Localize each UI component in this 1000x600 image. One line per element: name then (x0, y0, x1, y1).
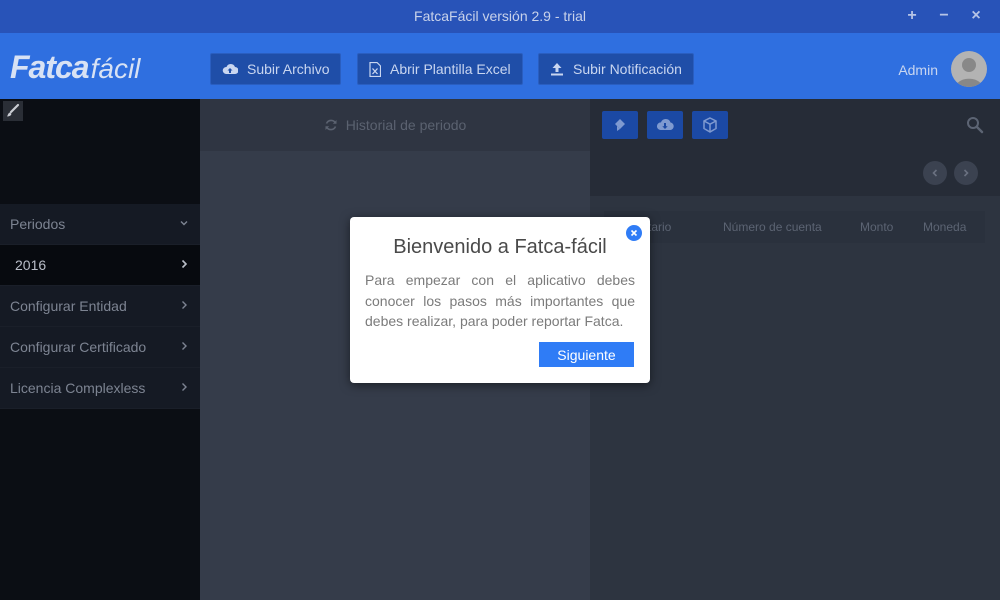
sidebar-item-label: Licencia Complexless (10, 380, 146, 396)
logo-bold-text: Fatca (10, 49, 90, 85)
user-avatar-icon (956, 58, 982, 87)
upload-icon (551, 63, 563, 76)
package-button[interactable] (692, 111, 728, 139)
user-name: Admin (898, 62, 938, 78)
cloud-download-icon (656, 119, 674, 130)
title-bar: FatcaFácil versión 2.9 - trial + − × (0, 0, 1000, 33)
dialog-title: Bienvenido a Fatca-fácil (393, 236, 607, 258)
sidebar-item-licencia-complexless[interactable]: Licencia Complexless (0, 368, 200, 409)
records-toolbar (590, 99, 1000, 196)
sidebar-item-label: Periodos (10, 216, 66, 232)
sidebar: Periodos 2016 Configurar Entidad Configu… (0, 99, 200, 600)
column-header-numero-de-cuenta[interactable]: Número de cuenta (723, 220, 822, 234)
theme-brush-button[interactable] (3, 101, 23, 121)
sidebar-item-configurar-entidad[interactable]: Configurar Entidad (0, 286, 200, 327)
upload-file-button[interactable]: Subir Archivo (210, 53, 342, 85)
sidebar-item-label: Configurar Certificado (10, 339, 147, 355)
sidebar-item-2016[interactable]: 2016 (0, 245, 200, 286)
dialog-message: Para empezar con el aplicativo debes con… (365, 272, 635, 329)
next-button[interactable]: Siguiente (539, 342, 634, 367)
open-excel-template-label: Abrir Plantilla Excel (390, 61, 511, 77)
logo-thin-text: fácil (90, 53, 141, 84)
package-icon (703, 117, 717, 133)
sidebar-item-configurar-certificado[interactable]: Configurar Certificado (0, 327, 200, 368)
brush-icon (7, 103, 20, 117)
search-icon[interactable] (966, 116, 984, 134)
upload-file-label: Subir Archivo (247, 61, 330, 77)
previous-page-button[interactable] (923, 161, 947, 185)
chevron-right-icon (182, 342, 187, 350)
chevron-right-icon (182, 301, 187, 309)
next-page-button[interactable] (954, 161, 978, 185)
sidebar-item-periodos[interactable]: Periodos (0, 204, 200, 245)
sidebar-item-label: 2016 (15, 257, 47, 273)
column-header-monto[interactable]: Monto (860, 220, 893, 234)
column-header-beneficiario[interactable]: tario (648, 220, 671, 234)
open-excel-template-button[interactable]: Abrir Plantilla Excel (357, 53, 523, 85)
period-history-header[interactable]: Historial de periodo (200, 99, 590, 151)
close-button[interactable]: × (967, 7, 985, 25)
refresh-icon (325, 119, 337, 131)
column-header-moneda[interactable]: Moneda (923, 220, 966, 234)
period-history-title: Historial de periodo (345, 117, 467, 133)
upload-notification-button[interactable]: Subir Notificación (538, 53, 694, 85)
minimize-button[interactable]: − (935, 7, 953, 25)
chevron-right-icon (181, 259, 188, 269)
app-logo: Fatcafácil (10, 49, 140, 85)
sidebar-item-label: Configurar Entidad (10, 298, 127, 314)
upload-notification-label: Subir Notificación (573, 61, 682, 77)
chevron-right-icon (182, 383, 187, 391)
records-panel: tario Número de cuenta Monto Moneda (590, 99, 1000, 600)
cloud-download-button[interactable] (647, 111, 683, 139)
app-header: Fatcafácil Subir Archivo Abrir Plantilla… (0, 33, 1000, 99)
maximize-button[interactable]: + (903, 7, 921, 25)
eraser-button[interactable] (602, 111, 638, 139)
chevron-down-icon (180, 221, 188, 226)
sidebar-menu: Periodos 2016 Configurar Entidad Configu… (0, 204, 200, 409)
eraser-icon (615, 119, 625, 131)
records-table-header: tario Número de cuenta Monto Moneda (604, 211, 985, 243)
user-avatar[interactable] (951, 51, 987, 87)
welcome-dialog: Bienvenido a Fatca-fácil Para empezar co… (350, 217, 650, 383)
excel-file-icon (369, 61, 381, 77)
window-title: FatcaFácil versión 2.9 - trial (414, 8, 586, 24)
cloud-upload-icon (222, 64, 238, 74)
chevron-left-icon (932, 169, 938, 177)
chevron-right-icon (963, 169, 969, 177)
